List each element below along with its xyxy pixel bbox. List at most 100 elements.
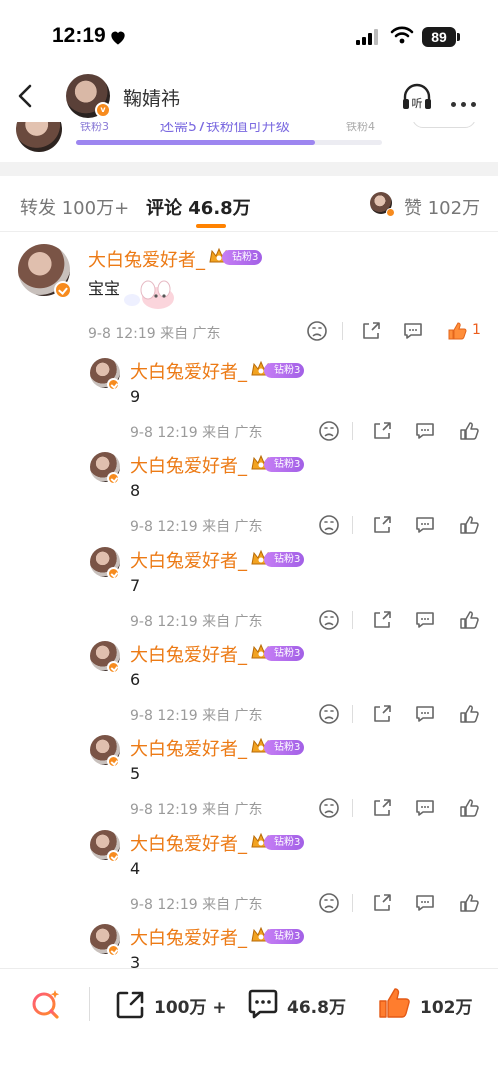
bunny-sticker-icon (124, 280, 174, 309)
reply-username[interactable]: 大白兔爱好者_ (130, 924, 247, 950)
wifi-icon (390, 26, 414, 44)
like-icon[interactable] (458, 420, 480, 442)
reply-username[interactable]: 大白兔爱好者_ (130, 452, 247, 478)
like-active-icon[interactable] (376, 985, 412, 1021)
like-icon[interactable] (458, 892, 480, 914)
reply-meta: 9-8 12:19 来自 广东 (130, 425, 263, 441)
reply-text: 6 (130, 670, 141, 689)
divider (89, 987, 90, 1021)
reply-username[interactable]: 大白兔爱好者_ (130, 358, 247, 384)
fan-progress-bar (76, 140, 382, 145)
page-title[interactable]: 鞠婧祎 (123, 84, 180, 111)
dislike-face-icon[interactable] (318, 892, 340, 914)
verified-icon (107, 661, 120, 674)
fan-badge-label: 钻粉3 (264, 363, 305, 378)
tab-comment[interactable]: 评论 46.8万 (146, 194, 251, 220)
share-icon[interactable] (371, 703, 393, 725)
share-icon[interactable] (371, 420, 393, 442)
divider (352, 611, 353, 629)
verified-icon (107, 567, 120, 580)
status-time: 12:19 (52, 24, 106, 47)
comment-count[interactable]: 46.8万 (287, 993, 346, 1018)
fan-badge-label: 钻粉3 (264, 646, 305, 661)
reply-username[interactable]: 大白兔爱好者_ (130, 830, 247, 856)
svg-text:听: 听 (412, 97, 423, 110)
comment-icon[interactable] (414, 514, 436, 536)
verified-icon (107, 472, 120, 485)
verified-icon (107, 850, 120, 863)
reply-text: 7 (130, 576, 141, 595)
reply-meta: 9-8 12:19 来自 广东 (130, 802, 263, 818)
divider (352, 422, 353, 440)
comment-text: 宝宝 (88, 279, 121, 298)
divider (352, 516, 353, 534)
search-icon[interactable] (28, 987, 64, 1023)
share-icon[interactable] (371, 797, 393, 819)
share-icon[interactable] (371, 609, 393, 631)
comment-icon[interactable] (414, 609, 436, 631)
bottom-action-bar: 100万 + 46.8万 102万 (0, 968, 498, 1080)
like-icon[interactable] (458, 609, 480, 631)
reply-text: 8 (130, 481, 141, 500)
dislike-face-icon[interactable] (318, 420, 340, 442)
verified-icon (107, 944, 120, 957)
verified-icon (107, 755, 120, 768)
verified-icon (386, 208, 395, 217)
fan-badge-label: 钻粉3 (264, 552, 305, 567)
verified-icon: v (95, 102, 111, 118)
comment-icon[interactable] (414, 703, 436, 725)
divider (352, 799, 353, 817)
comment-meta: 9-8 12:19 来自 广东 (88, 326, 221, 342)
reply-meta: 9-8 12:19 来自 广东 (130, 897, 263, 913)
like-icon[interactable] (458, 514, 480, 536)
comment-icon[interactable] (246, 987, 280, 1021)
repost-icon[interactable] (114, 989, 146, 1021)
divider (342, 322, 343, 340)
fan-badge-label: 钻粉3 (264, 929, 305, 944)
section-divider (0, 162, 498, 176)
back-icon[interactable] (12, 82, 40, 110)
tab-bar: 转发 100万+ 评论 46.8万 赞 102万 (0, 176, 498, 232)
comment-username[interactable]: 大白兔爱好者_ (88, 246, 205, 272)
fan-badge-label: 钻粉3 (264, 835, 305, 850)
reply-text: 4 (130, 859, 141, 878)
dislike-face-icon[interactable] (318, 609, 340, 631)
tab-like[interactable]: 赞 102万 (404, 194, 480, 220)
signal-icon (356, 29, 378, 45)
reply-text: 9 (130, 387, 141, 406)
share-icon[interactable] (371, 892, 393, 914)
like-icon[interactable] (458, 703, 480, 725)
dislike-face-icon[interactable] (318, 514, 340, 536)
divider (352, 705, 353, 723)
verified-icon (107, 378, 120, 391)
comment-icon[interactable] (402, 320, 424, 342)
fan-badge-label: 钻粉3 (222, 250, 263, 265)
reply-username[interactable]: 大白兔爱好者_ (130, 641, 247, 667)
comment-icon[interactable] (414, 797, 436, 819)
comment-icon[interactable] (414, 420, 436, 442)
active-tab-indicator (196, 224, 226, 228)
more-menu-icon[interactable] (451, 92, 481, 107)
status-bar: 12:19 89 (0, 0, 498, 70)
nav-bar: v 鞠婧祎 听 (0, 70, 498, 122)
share-icon[interactable] (371, 514, 393, 536)
reply-username[interactable]: 大白兔爱好者_ (130, 735, 247, 761)
repost-count[interactable]: 100万 + (154, 993, 227, 1018)
tab-repost[interactable]: 转发 100万+ (20, 194, 129, 220)
like-count[interactable]: 102万 (420, 993, 473, 1018)
reply-username[interactable]: 大白兔爱好者_ (130, 547, 247, 573)
reply-meta: 9-8 12:19 来自 广东 (130, 708, 263, 724)
dislike-face-icon[interactable] (306, 320, 328, 342)
reply-meta: 9-8 12:19 来自 广东 (130, 614, 263, 630)
fan-avatar (16, 118, 62, 152)
like-active-icon[interactable] (446, 320, 468, 342)
like-icon[interactable] (458, 797, 480, 819)
divider (352, 894, 353, 912)
dislike-face-icon[interactable] (318, 797, 340, 819)
reply-meta: 9-8 12:19 来自 广东 (130, 519, 263, 535)
fan-badge-label: 钻粉3 (264, 740, 305, 755)
dislike-face-icon[interactable] (318, 703, 340, 725)
comment-icon[interactable] (414, 892, 436, 914)
listen-headphones-icon[interactable]: 听 (400, 80, 434, 114)
share-icon[interactable] (360, 320, 382, 342)
